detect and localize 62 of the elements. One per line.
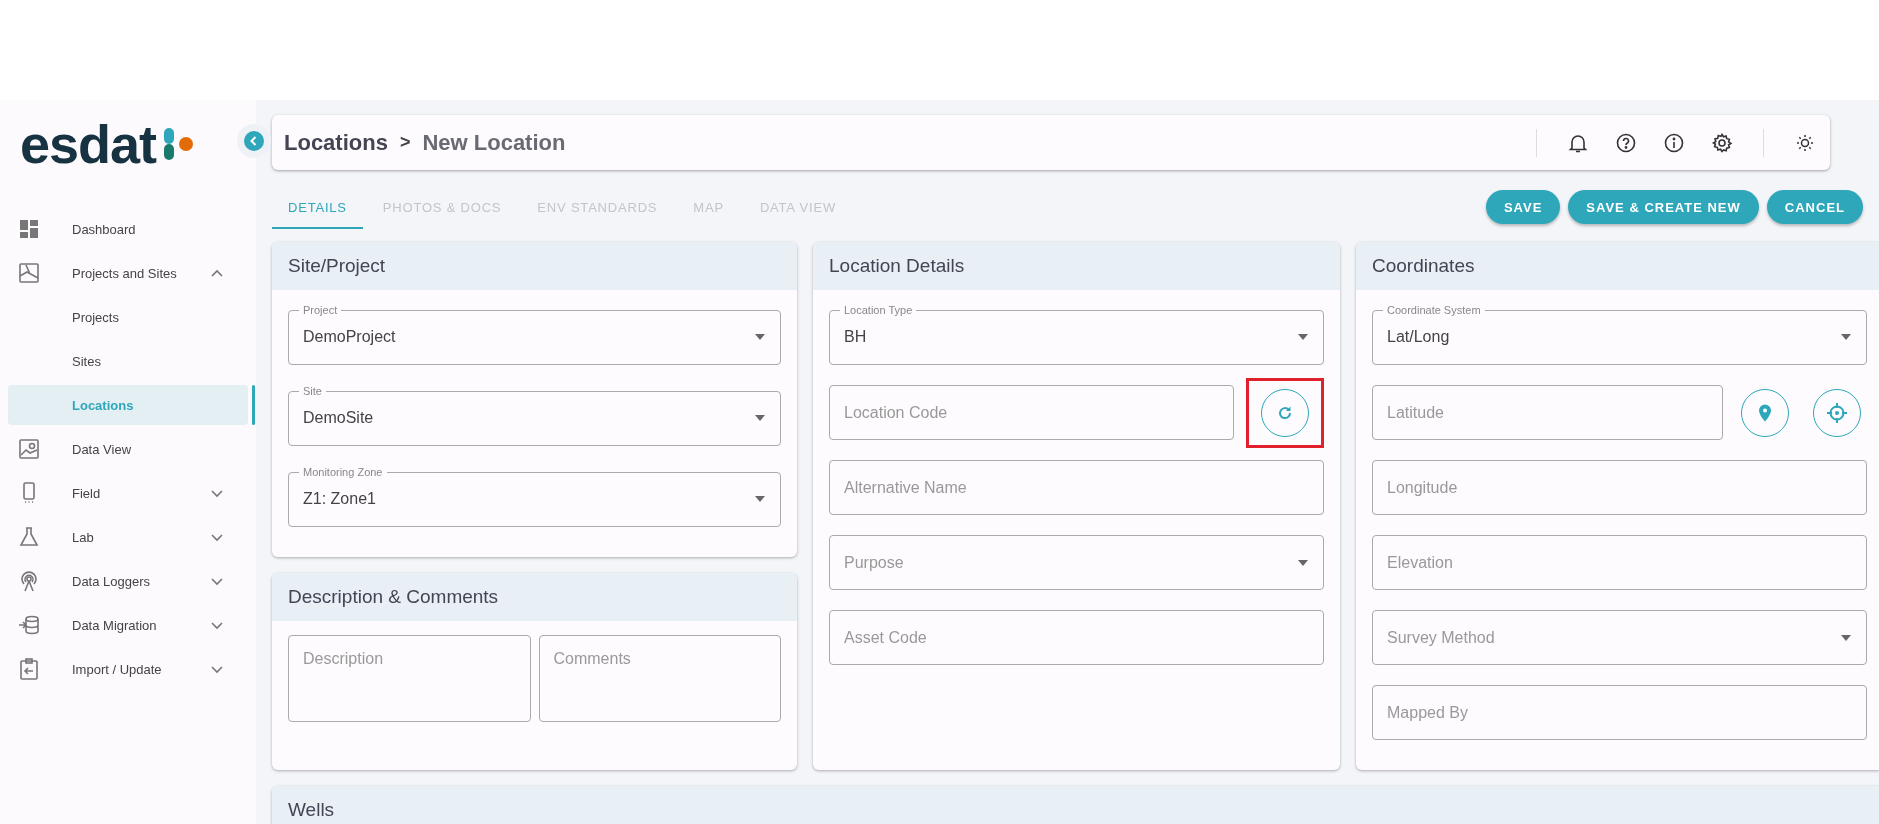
action-button[interactable]: SAVE [1485, 190, 1561, 224]
active-indicator [252, 385, 255, 425]
nav-item[interactable]: Projects and Sites [8, 253, 248, 293]
text-area[interactable]: Comments [538, 635, 781, 722]
nav-item[interactable]: Field [8, 473, 248, 513]
card-title: Description & Comments [288, 586, 499, 608]
text-field[interactable]: Latitude [1372, 385, 1723, 440]
database-icon [18, 614, 40, 636]
dropdown-field[interactable]: Location Type BH [829, 304, 1324, 365]
tab[interactable]: DETAILS [272, 188, 363, 229]
nav-item[interactable]: Data View [8, 429, 248, 469]
regenerate-button[interactable] [1261, 388, 1309, 437]
page-title: New Location [422, 129, 566, 156]
crosshair-icon [1826, 401, 1848, 424]
nav-item[interactable]: Lab [8, 517, 248, 557]
locate-button[interactable] [1813, 388, 1861, 437]
action-button[interactable]: CANCEL [1766, 190, 1863, 224]
nav-item[interactable]: Data Migration [8, 605, 248, 645]
dropdown-caret-icon [754, 415, 766, 421]
nav-subitem[interactable]: Sites [8, 341, 252, 381]
collapse-sidebar-button[interactable] [237, 124, 271, 158]
dropdown-caret-icon [1840, 334, 1852, 340]
logo-text: esdat [20, 117, 157, 171]
text-field[interactable]: Alternative Name [829, 460, 1324, 515]
chevron-left-icon [244, 131, 264, 151]
dropdown-caret-icon [754, 334, 766, 340]
text-field[interactable]: Longitude [1372, 460, 1867, 515]
dropdown-field[interactable]: Coordinate System Lat/Long [1372, 304, 1867, 365]
action-button[interactable]: SAVE & CREATE NEW [1568, 190, 1759, 224]
pin-location-button[interactable] [1741, 388, 1789, 437]
logo-mark-icon [162, 126, 195, 162]
dropdown-caret-icon [1297, 334, 1309, 340]
dropdown-field[interactable]: Survey Method [1372, 610, 1867, 665]
dashboard-icon [18, 218, 40, 240]
breadcrumb-link[interactable]: Locations [284, 129, 388, 156]
nav-item[interactable]: Data Loggers [8, 561, 248, 601]
nav-item[interactable]: Import / Update [8, 649, 248, 689]
dropdown-caret-icon [754, 496, 766, 502]
flask-icon [18, 526, 40, 548]
antenna-icon [18, 570, 40, 592]
map-icon [18, 262, 40, 284]
dropdown-field[interactable]: Project DemoProject [288, 304, 781, 365]
text-area[interactable]: Description [288, 635, 531, 722]
nav-subitem[interactable]: Locations [8, 385, 248, 425]
card-title: Site/Project [288, 255, 386, 277]
nav-item[interactable]: Dashboard [8, 209, 248, 249]
card-title: Location Details [829, 255, 965, 277]
clipboard-icon [18, 658, 40, 680]
text-field[interactable]: Asset Code [829, 610, 1324, 665]
card-title: Wells [288, 799, 335, 821]
breadcrumb-separator: > [399, 132, 411, 153]
dropdown-caret-icon [1840, 634, 1852, 641]
dropdown-field[interactable]: Site DemoSite [288, 385, 781, 446]
image-icon [18, 438, 40, 460]
dropdown-field[interactable]: Purpose [829, 535, 1324, 590]
nav-subitem[interactable]: Projects [8, 297, 252, 337]
dropdown-field[interactable]: Monitoring Zone Z1: Zone1 [288, 466, 781, 527]
dropdown-caret-icon [1297, 559, 1309, 566]
card-title: Coordinates [1372, 255, 1475, 277]
text-field[interactable]: Mapped By [1372, 685, 1867, 740]
text-field[interactable]: Elevation [1372, 535, 1867, 590]
text-field[interactable]: Location Code [829, 385, 1234, 440]
